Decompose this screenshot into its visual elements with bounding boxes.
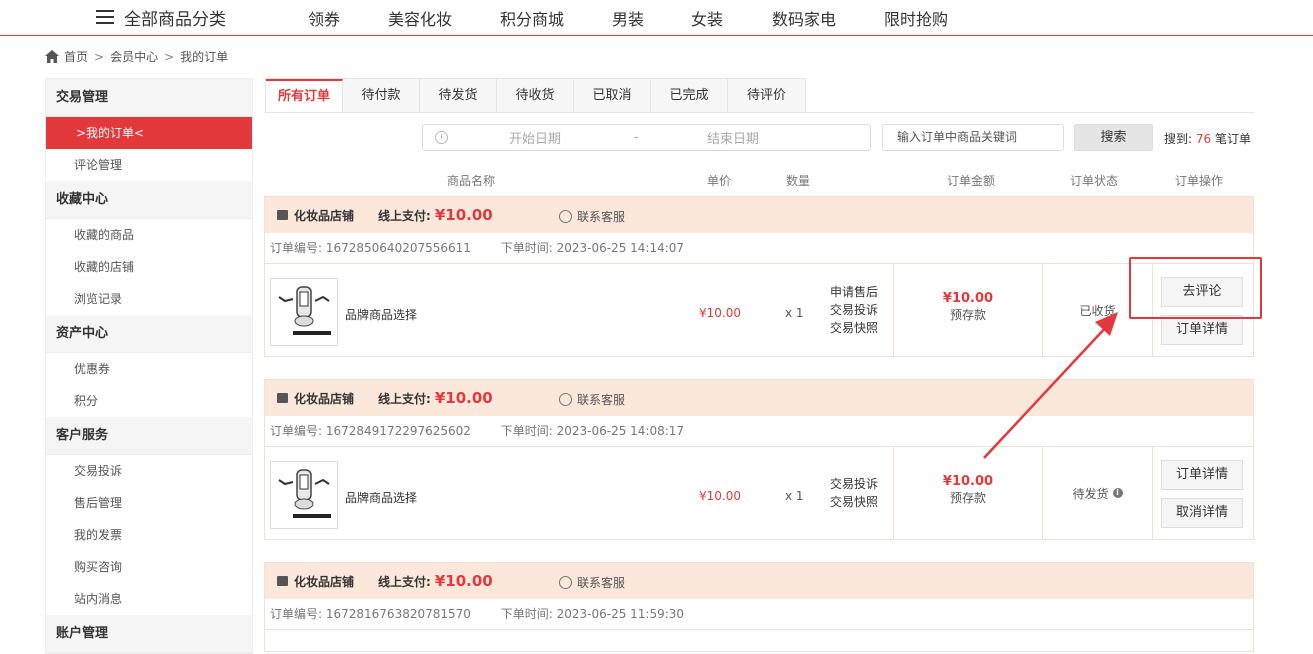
annotation-arrow [983,312,1118,459]
